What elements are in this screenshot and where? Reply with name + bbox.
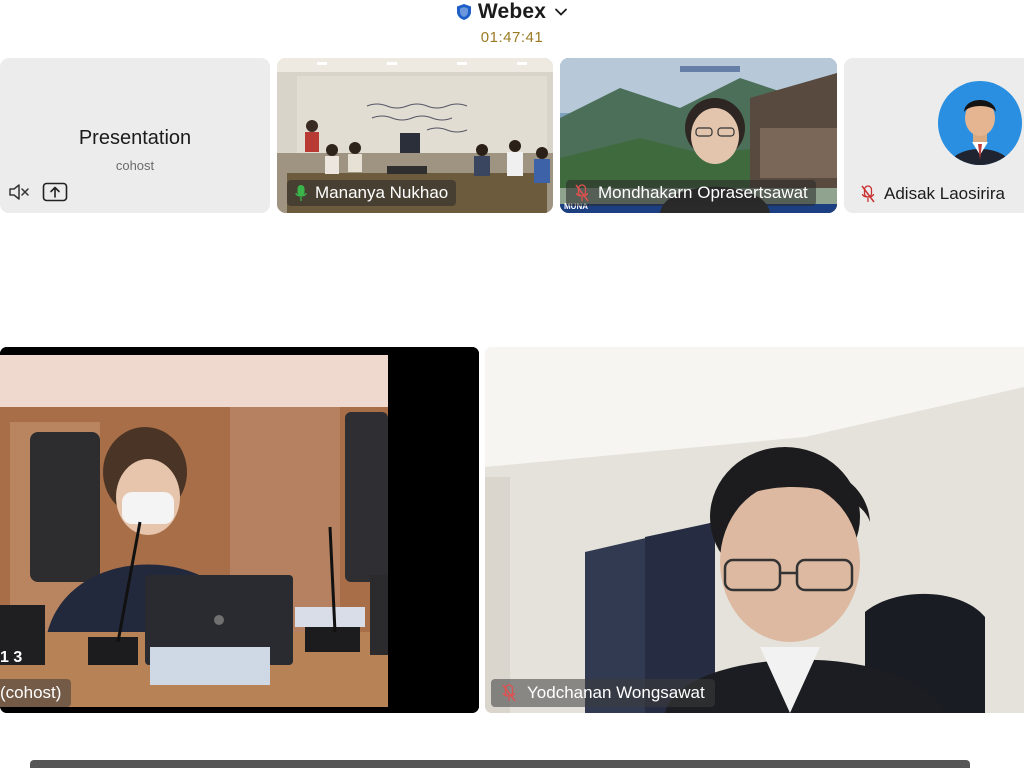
bottom-control-bar-edge[interactable] bbox=[30, 760, 970, 768]
mic-muted-icon bbox=[861, 185, 875, 203]
participant-nametag: Mananya Nukhao bbox=[287, 180, 457, 206]
meeting-header: Webex 01:47:41 bbox=[0, 0, 1024, 52]
participant-name: Mondhakarn Oprasertsawat bbox=[598, 183, 808, 202]
presentation-thumbnail[interactable]: Presentation cohost bbox=[0, 58, 270, 213]
avatar-thumbnail-adisak[interactable]: Adisak Laosirira bbox=[844, 58, 1024, 213]
app-title: Webex bbox=[477, 0, 547, 23]
participant-nametag: Yodchanan Wongsawat bbox=[491, 679, 715, 707]
participant-name: Adisak Laosirira bbox=[884, 184, 1005, 203]
participant-nametag: (cohost) bbox=[0, 679, 72, 707]
title-row[interactable]: Webex bbox=[0, 0, 1024, 24]
mic-active-icon bbox=[295, 185, 307, 201]
video-thumbnail-mananya[interactable]: Mananya Nukhao bbox=[277, 58, 553, 213]
chevron-down-icon[interactable] bbox=[554, 5, 568, 19]
presentation-controls bbox=[8, 182, 68, 202]
cohost-video bbox=[0, 347, 479, 713]
mic-muted-icon bbox=[575, 184, 589, 202]
main-video-tile-cohost[interactable]: 1 3 (cohost) bbox=[0, 347, 479, 713]
participant-nametag: Mondhakarn Oprasertsawat bbox=[566, 180, 816, 206]
presentation-subtitle: cohost bbox=[115, 158, 155, 173]
avatar bbox=[938, 81, 1022, 165]
desk-sign-text: 1 3 bbox=[0, 649, 23, 666]
presentation-title: Presentation bbox=[78, 127, 192, 149]
video-thumbnail-mondhakarn[interactable]: MUNA Mondhakarn Oprasertsawat bbox=[560, 58, 837, 213]
participant-nametag: Adisak Laosirira bbox=[852, 181, 1013, 207]
share-upload-icon[interactable] bbox=[42, 182, 68, 202]
mic-muted-icon bbox=[502, 684, 516, 702]
mute-x-icon[interactable] bbox=[8, 183, 30, 201]
main-video-tile-yodchanan[interactable]: Yodchanan Wongsawat bbox=[485, 347, 1024, 713]
participant-name: Mananya Nukhao bbox=[315, 183, 449, 202]
meeting-timer: 01:47:41 bbox=[480, 29, 544, 46]
participant-strip[interactable]: Presentation cohost Mananya Nukhao MUNA … bbox=[0, 58, 1024, 213]
participant-name: Yodchanan Wongsawat bbox=[527, 683, 705, 702]
yodchanan-video bbox=[485, 347, 1024, 713]
participant-name: (cohost) bbox=[0, 683, 62, 702]
shield-icon bbox=[456, 4, 471, 20]
